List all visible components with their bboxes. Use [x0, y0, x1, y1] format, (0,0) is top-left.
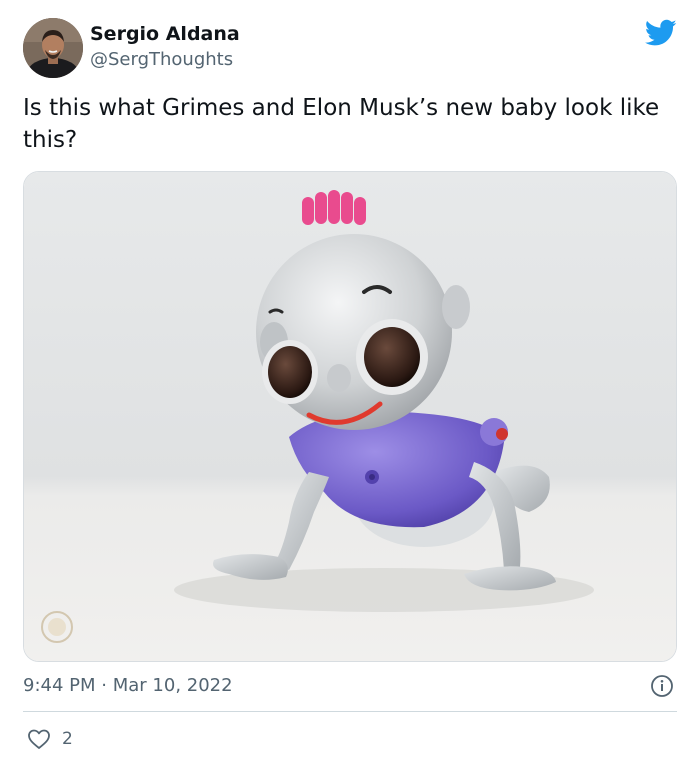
twitter-bird-icon[interactable] — [645, 19, 677, 47]
tweet-timestamp[interactable]: 9:44 PM · Mar 10, 2022 — [23, 673, 233, 699]
like-count: 2 — [62, 729, 73, 749]
tweet-card: Sergio Aldana @SergThoughts Is this what… — [0, 0, 700, 764]
avatar[interactable] — [23, 18, 83, 78]
divider — [23, 711, 677, 712]
tweet-media-photo[interactable] — [23, 171, 677, 662]
like-button[interactable]: 2 — [27, 727, 73, 751]
robot-baby-toy-photo — [24, 172, 676, 661]
tweet-time[interactable]: 9:44 PM — [23, 675, 96, 696]
author-name[interactable]: Sergio Aldana — [90, 22, 240, 46]
tweet-text: Is this what Grimes and Elon Musk’s new … — [23, 95, 660, 153]
author-handle[interactable]: @SergThoughts — [90, 48, 240, 72]
heart-icon[interactable] — [27, 728, 51, 750]
author-block[interactable]: Sergio Aldana @SergThoughts — [90, 22, 240, 72]
timestamp-separator: · — [101, 675, 107, 696]
avatar-photo — [23, 18, 83, 78]
tweet-date[interactable]: Mar 10, 2022 — [113, 675, 233, 696]
info-icon[interactable] — [650, 674, 674, 698]
